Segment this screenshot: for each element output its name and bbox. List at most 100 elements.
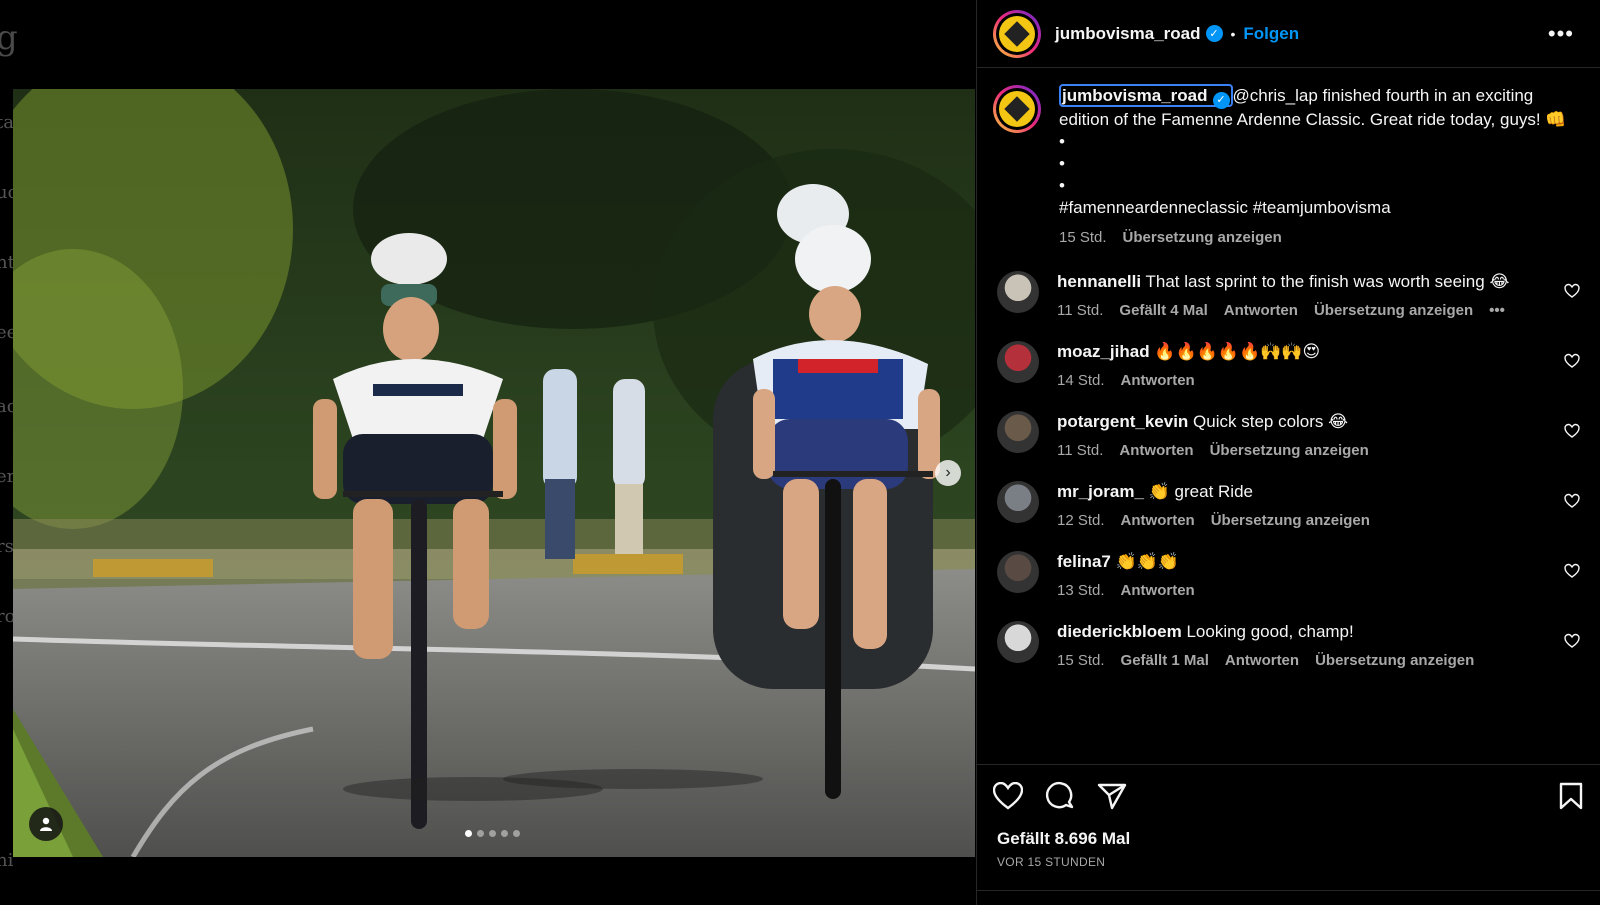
caption-avatar[interactable]: [993, 85, 1041, 133]
commenter-username[interactable]: moaz_jihad: [1057, 342, 1150, 361]
comment-time: 12 Std.: [1057, 511, 1105, 529]
reply-button[interactable]: Antworten: [1119, 442, 1193, 459]
post-time: VOR 15 STUNDEN: [997, 855, 1106, 869]
caption-meta: 15 Std. Übersetzung anzeigen: [1059, 227, 1569, 249]
comment-item: diederickbloem Looking good, champ! 15 St…: [977, 620, 1600, 669]
comments-list[interactable]: jumbovisma_road ✓ @chris_lap finished four…: [977, 69, 1600, 763]
comment-more-icon[interactable]: •••: [1489, 302, 1505, 319]
comment-likes[interactable]: Gefällt 4 Mal: [1119, 302, 1207, 319]
comment-item: moaz_jihad 🔥🔥🔥🔥🔥🙌🙌😍 14 Std. Antworten: [977, 340, 1600, 389]
commenter-username[interactable]: potargent_kevin: [1057, 412, 1188, 431]
commenter-avatar[interactable]: [997, 270, 1039, 313]
translate-link[interactable]: Übersetzung anzeigen: [1210, 442, 1369, 459]
comment-line: hennanelli That last sprint to the finis…: [1057, 271, 1557, 293]
comment-like-heart-icon[interactable]: [1564, 633, 1580, 649]
post-header: jumbovisma_road ✓ • Folgen •••: [977, 0, 1600, 68]
translate-link[interactable]: Übersetzung anzeigen: [1314, 302, 1473, 319]
commenter-avatar[interactable]: [997, 550, 1039, 593]
comment-like-heart-icon[interactable]: [1564, 423, 1580, 439]
comment-item: mr_joram_ 👏 great Ride 12 Std. Antworten Üb…: [977, 480, 1600, 529]
person-icon: [40, 817, 52, 831]
reply-button[interactable]: Antworten: [1224, 302, 1298, 319]
carousel-dot: [477, 830, 484, 837]
post-caption: jumbovisma_road ✓ @chris_lap finished four…: [977, 69, 1600, 249]
comment-meta: 11 Std. Antworten Übersetzung anzeigen: [1057, 442, 1557, 459]
comment-time: 14 Std.: [1057, 371, 1105, 389]
comment-time: 13 Std.: [1057, 581, 1105, 599]
comment-body: hennanelli That last sprint to the finis…: [1057, 271, 1557, 319]
commenter-avatar[interactable]: [997, 340, 1039, 383]
tagged-users-button[interactable]: [29, 807, 63, 841]
share-icon[interactable]: [1097, 782, 1127, 810]
comment-text: Looking good, champ!: [1186, 621, 1354, 641]
edge-text: g: [0, 18, 18, 58]
commenter-avatar[interactable]: [997, 410, 1039, 453]
comment-body: moaz_jihad 🔥🔥🔥🔥🔥🙌🙌😍 14 Std. Antworten: [1057, 341, 1557, 389]
comment-item: potargent_kevin Quick step colors 😂 11 St…: [977, 410, 1600, 459]
comment-text: 🔥🔥🔥🔥🔥🙌🙌😍: [1154, 341, 1321, 361]
comment-meta: 15 Std. Gefällt 1 Mal Antworten Übersetzung…: [1057, 652, 1557, 669]
commenter-avatar[interactable]: [997, 620, 1039, 663]
commenter-username[interactable]: hennanelli: [1057, 272, 1141, 291]
commenter-avatar[interactable]: [997, 480, 1039, 523]
carousel-dot: [513, 830, 520, 837]
commenter-username[interactable]: diederickbloem: [1057, 622, 1182, 641]
comment-text: 👏 great Ride: [1148, 481, 1253, 501]
comment-line: mr_joram_ 👏 great Ride: [1057, 481, 1557, 503]
follow-button[interactable]: Folgen: [1243, 24, 1299, 44]
carousel-dot: [489, 830, 496, 837]
comment-like-heart-icon[interactable]: [1564, 493, 1580, 509]
reply-button[interactable]: Antworten: [1225, 652, 1299, 669]
comment-time: 11 Std.: [1057, 441, 1104, 459]
reply-button[interactable]: Antworten: [1121, 372, 1195, 389]
next-slide-button[interactable]: ›: [935, 460, 961, 486]
separator-dot: •: [1230, 25, 1236, 42]
team-logo-icon: [999, 15, 1035, 52]
comment-body: mr_joram_ 👏 great Ride 12 Std. Antworten Üb…: [1057, 481, 1557, 529]
comment-text: 👏👏👏: [1115, 551, 1180, 571]
comment-like-heart-icon[interactable]: [1564, 283, 1580, 299]
commenter-username[interactable]: felina7: [1057, 552, 1111, 571]
comment-body: felina7 👏👏👏 13 Std. Antworten: [1057, 551, 1557, 599]
comment-time: 15 Std.: [1057, 651, 1105, 669]
post-image[interactable]: ›: [13, 89, 975, 857]
comment-likes[interactable]: Gefällt 1 Mal: [1121, 652, 1209, 669]
more-options-icon[interactable]: •••: [1548, 21, 1584, 47]
carousel-dot: [501, 830, 508, 837]
comment-item: hennanelli That last sprint to the finis…: [977, 270, 1600, 319]
carousel-dot: [465, 830, 472, 837]
comment-body: potargent_kevin Quick step colors 😂 11 St…: [1057, 411, 1557, 459]
bookmark-icon[interactable]: [1558, 782, 1584, 810]
comment-meta: 14 Std. Antworten: [1057, 372, 1557, 389]
comment-icon[interactable]: [1045, 781, 1075, 811]
caption-username[interactable]: jumbovisma_road ✓: [1059, 84, 1233, 109]
comment-body: diederickbloem Looking good, champ! 15 St…: [1057, 621, 1557, 669]
comment-line: potargent_kevin Quick step colors 😂: [1057, 411, 1557, 433]
comment-like-heart-icon[interactable]: [1564, 563, 1580, 579]
caption-hashtags[interactable]: #famenneardenneclassic #teamjumbovisma: [1059, 197, 1569, 219]
commenter-username[interactable]: mr_joram_: [1057, 482, 1144, 501]
comment-like-heart-icon[interactable]: [1564, 353, 1580, 369]
post-details-panel: jumbovisma_road ✓ • Folgen ••• jumbovism…: [976, 0, 1600, 905]
comment-item: felina7 👏👏👏 13 Std. Antworten: [977, 550, 1600, 599]
reply-button[interactable]: Antworten: [1121, 582, 1195, 599]
comment-meta: 12 Std. Antworten Übersetzung anzeigen: [1057, 512, 1557, 529]
profile-avatar[interactable]: [993, 9, 1041, 58]
verified-badge-icon: ✓: [1212, 91, 1230, 109]
comment-line: diederickbloem Looking good, champ!: [1057, 621, 1557, 643]
verified-badge-icon: ✓: [1205, 25, 1223, 42]
translate-link[interactable]: Übersetzung anzeigen: [1123, 227, 1282, 249]
translate-link[interactable]: Übersetzung anzeigen: [1315, 652, 1474, 669]
edge-text: rs: [0, 536, 14, 557]
comment-meta: 13 Std. Antworten: [1057, 582, 1557, 599]
translate-link[interactable]: Übersetzung anzeigen: [1211, 512, 1370, 529]
carousel-dots: [465, 830, 520, 837]
likes-count[interactable]: Gefällt 8.696 Mal: [977, 811, 1600, 849]
comment-line: moaz_jihad 🔥🔥🔥🔥🔥🙌🙌😍: [1057, 341, 1557, 363]
heart-icon[interactable]: [993, 782, 1023, 810]
divider: [977, 890, 1600, 891]
edge-text: ta: [0, 112, 14, 133]
post-username[interactable]: jumbovisma_road: [1055, 24, 1201, 44]
comment-text: Quick step colors 😂: [1193, 411, 1349, 431]
reply-button[interactable]: Antworten: [1121, 512, 1195, 529]
